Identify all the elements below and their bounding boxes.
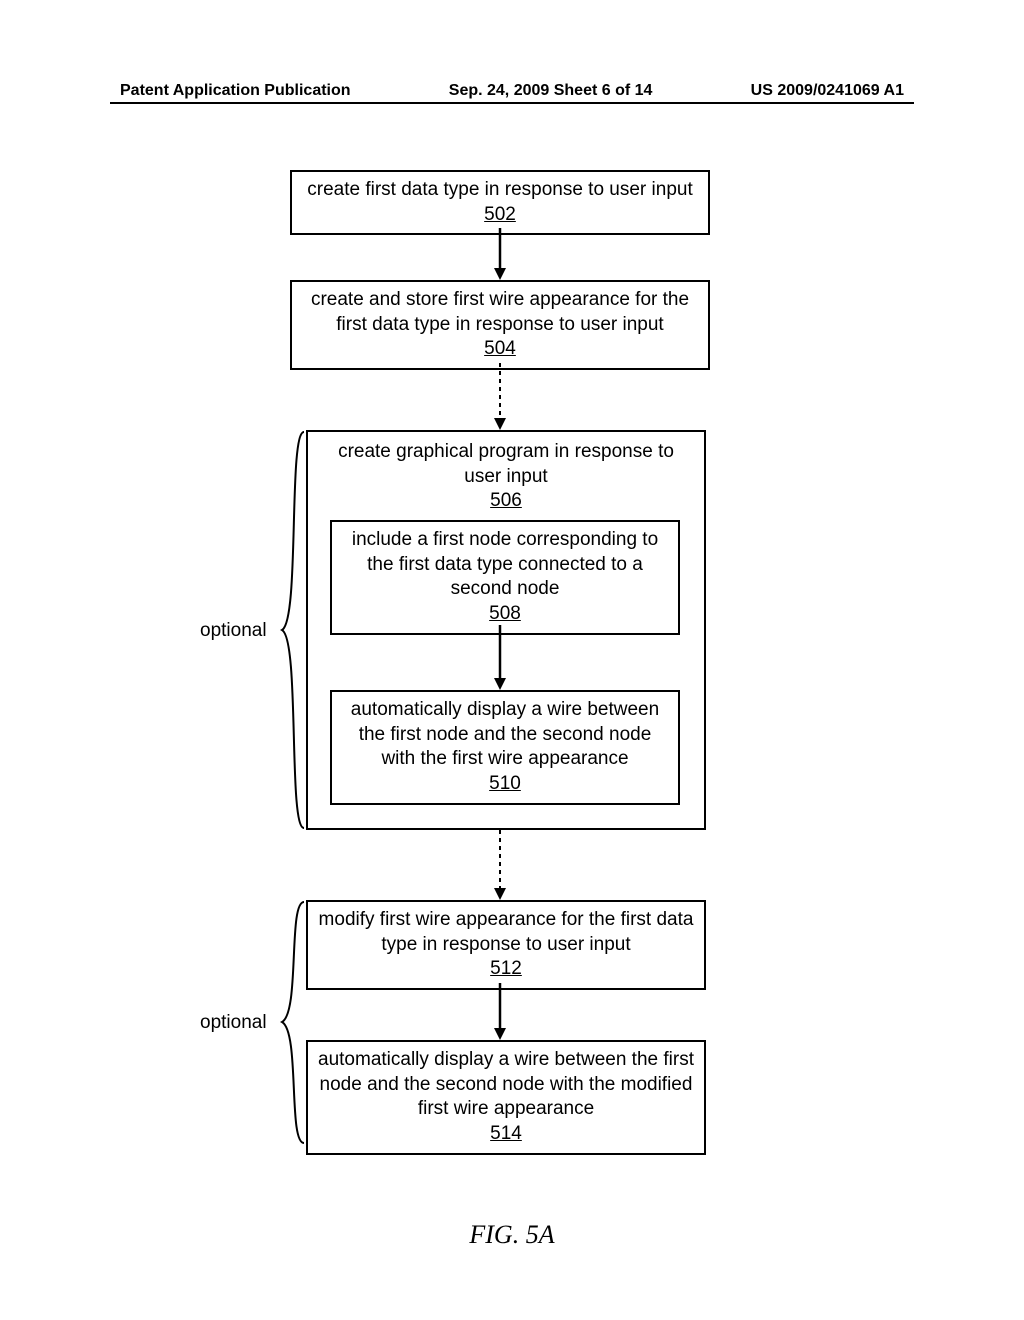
page: Patent Application Publication Sep. 24, … [0, 0, 1024, 1320]
label-optional-1: optional [200, 620, 267, 642]
arrow-508-510 [498, 625, 502, 690]
box-508: include a first node corresponding to th… [330, 520, 680, 635]
box-510: automatically display a wire between the… [330, 690, 680, 805]
box-504-text: create and store first wire appearance f… [302, 288, 698, 337]
box-512-ref: 512 [318, 957, 694, 982]
header-line: Patent Application Publication Sep. 24, … [0, 82, 1024, 102]
page-header: Patent Application Publication Sep. 24, … [0, 82, 1024, 104]
arrow-502-504 [498, 228, 502, 280]
box-514-text: automatically display a wire between the… [318, 1048, 694, 1122]
box-506-text: create graphical program in response to … [318, 440, 694, 489]
header-left: Patent Application Publication [120, 82, 351, 100]
figure-caption: FIG. 5A [0, 1220, 1024, 1250]
box-502-ref: 502 [302, 203, 698, 228]
arrow-504-506 [498, 363, 502, 430]
header-mid: Sep. 24, 2009 Sheet 6 of 14 [449, 82, 653, 100]
box-514: automatically display a wire between the… [306, 1040, 706, 1155]
box-510-ref: 510 [342, 772, 668, 797]
header-right: US 2009/0241069 A1 [751, 82, 904, 100]
box-508-text: include a first node corresponding to th… [342, 528, 668, 602]
box-510-text: automatically display a wire between the… [342, 698, 668, 772]
box-512-text: modify first wire appearance for the fir… [318, 908, 694, 957]
label-optional-2: optional [200, 1012, 267, 1034]
flowchart: create first data type in response to us… [0, 170, 1024, 1230]
header-rule [110, 102, 914, 104]
box-504-ref: 504 [302, 337, 698, 362]
box-508-ref: 508 [342, 602, 668, 627]
brace-optional-1 [280, 430, 306, 830]
box-512: modify first wire appearance for the fir… [306, 900, 706, 990]
arrow-512-514 [498, 983, 502, 1040]
box-506-ref: 506 [318, 489, 694, 514]
arrow-506-512 [498, 830, 502, 900]
box-502-text: create first data type in response to us… [302, 178, 698, 203]
box-514-ref: 514 [318, 1122, 694, 1147]
brace-optional-2 [280, 900, 306, 1145]
box-502: create first data type in response to us… [290, 170, 710, 235]
box-504: create and store first wire appearance f… [290, 280, 710, 370]
